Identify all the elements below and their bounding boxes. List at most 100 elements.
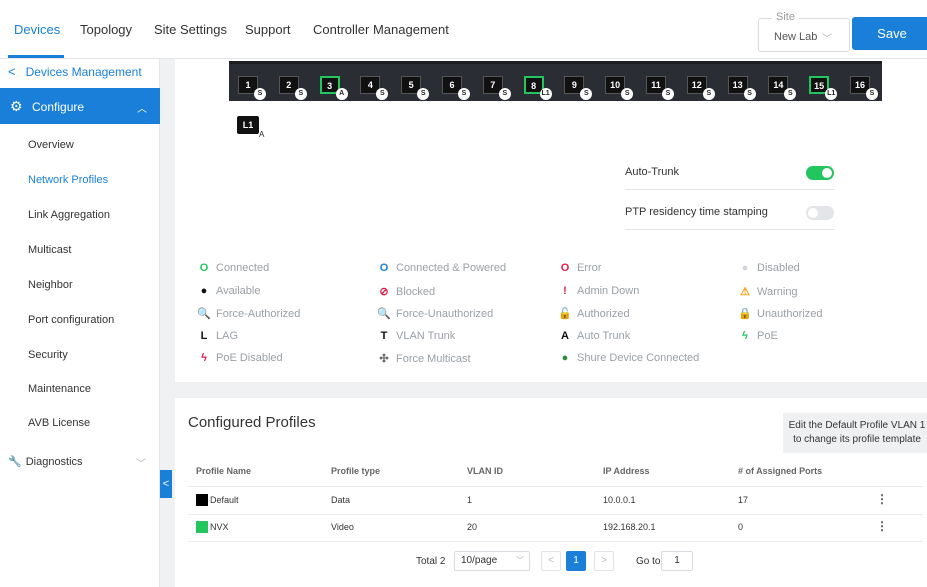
legend-item: O Connected & Powered (376, 262, 506, 274)
legend-item: ⚠ Warning (737, 285, 798, 298)
profile-type: Data (331, 495, 351, 505)
legend-label: Force-Unauthorized (396, 308, 494, 320)
sidebar-item-link-aggregation[interactable]: Link Aggregation (28, 209, 110, 221)
diagnostics-label: Diagnostics (25, 456, 83, 468)
legend-label: Warning (757, 285, 798, 298)
ip-address: 192.168.20.1 (603, 522, 656, 532)
ptp-residency-toggle[interactable] (806, 206, 834, 220)
legend-label: Force-Authorized (216, 308, 301, 320)
sidebar-item-maintenance[interactable]: Maintenance (28, 383, 91, 395)
assigned-ports: 17 (738, 495, 749, 505)
active-tab-indicator (8, 55, 64, 58)
divider (188, 514, 923, 515)
legend-label: Disabled (757, 262, 800, 274)
legend-label: Blocked (396, 285, 436, 298)
legend-label: Unauthorized (757, 308, 823, 320)
legend-label: Auto Trunk (577, 329, 631, 342)
legend-symbol-icon: ● (561, 352, 569, 364)
port-status-badge: S (702, 88, 715, 100)
port-status-badge: A (335, 88, 348, 100)
legend-symbol-icon: ✣ (379, 353, 389, 365)
sidebar-item-neighbor[interactable]: Neighbor (28, 279, 73, 291)
legend-symbol-icon: 🔓 (558, 308, 572, 320)
legend-label: Available (216, 284, 261, 297)
port-status-badge: S (743, 88, 756, 100)
col-profile-type: Profile type (331, 466, 381, 476)
more-actions-icon[interactable]: ⋮ (876, 519, 888, 533)
legend-label: Connected (216, 262, 270, 274)
more-actions-icon[interactable]: ⋮ (876, 492, 888, 506)
legend-item: T VLAN Trunk (376, 330, 456, 342)
sidebar-collapse-button[interactable]: < (160, 470, 172, 498)
page-size-value: 10/page (461, 555, 498, 566)
legend-symbol-icon: L (200, 329, 208, 342)
col-assigned-ports: # of Assigned Ports (738, 466, 823, 476)
page-number-button[interactable]: 1 (566, 551, 586, 571)
switch-faceplate: 1 S 2 S 3 A 4 S 5 S 6 S 7 S 8 L1 9 S 10 S 11 S 12 S 13 S 14 S 15 L1 16… (229, 61, 882, 101)
legend-item: ϟ PoE (737, 330, 778, 342)
legend-item: ⊘ Blocked (376, 285, 435, 298)
legend-symbol-icon: O (560, 262, 570, 274)
sidebar-item-network-profiles[interactable]: Network Profiles (28, 174, 108, 186)
tooltip-line: Edit the Default Profile VLAN 1 (788, 420, 926, 431)
option-ptp-residency: PTP residency time stamping (625, 200, 835, 230)
site-select-label: Site (772, 11, 799, 23)
sidebar-item-multicast[interactable]: Multicast (28, 244, 71, 256)
goto-page-input[interactable]: 1 (661, 551, 693, 571)
chevron-down-icon: ﹀ (516, 556, 524, 565)
legend-item: O Connected (196, 262, 270, 274)
port-status-badge: S (662, 88, 674, 100)
lag-sub-label: A (259, 130, 265, 139)
divider (188, 541, 923, 542)
profile-color-swatch (196, 521, 208, 533)
legend-symbol-icon: ● (200, 284, 208, 297)
legend-symbol-icon: 🔍 (377, 308, 391, 320)
ip-address: 10.0.0.1 (603, 495, 636, 505)
next-page-button[interactable]: > (594, 551, 614, 571)
prev-page-button[interactable]: < (541, 551, 561, 571)
back-label: Devices Management (25, 65, 142, 79)
legend-item: ● Disabled (737, 262, 800, 274)
site-select-value: New Lab (774, 31, 818, 43)
legend-symbol-icon: O (199, 262, 209, 274)
gear-icon: ⚙ (10, 98, 23, 114)
tab-support[interactable]: Support (245, 22, 291, 37)
chevron-left-icon: < (8, 64, 16, 79)
profile-name: Default (210, 495, 239, 505)
port-status-badge: S (376, 88, 389, 100)
port-status-badge: L1 (539, 88, 552, 100)
legend-symbol-icon: 🔒 (738, 308, 752, 320)
legend-item: ● Shure Device Connected (557, 352, 700, 364)
option-label: PTP residency time stamping (625, 206, 768, 218)
tab-controller-management[interactable]: Controller Management (313, 22, 449, 37)
sidebar-item-port-configuration[interactable]: Port configuration (28, 314, 114, 326)
sidebar-section-label: Configure (32, 100, 85, 114)
sidebar-item-avb-license[interactable]: AVB License (28, 417, 90, 429)
option-auto-trunk: Auto-Trunk (625, 160, 835, 190)
legend-item: ● Available (196, 284, 261, 297)
legend-item: 🔍 Force-Unauthorized (376, 307, 493, 320)
legend-label: Admin Down (577, 284, 640, 297)
legend-symbol-icon: ϟ (742, 329, 748, 342)
sidebar-section-diagnostics[interactable]: 🔧 Diagnostics (8, 455, 83, 468)
tab-devices[interactable]: Devices (14, 22, 60, 37)
pagination-total: Total 2 (416, 556, 446, 567)
auto-trunk-toggle[interactable] (806, 166, 834, 180)
chevron-down-icon: ﹀ (822, 34, 832, 45)
legend-item: 🔒 Unauthorized (737, 307, 822, 320)
back-to-devices-management[interactable]: < Devices Management (8, 64, 142, 79)
port-status-badge: S (784, 88, 797, 100)
legend-symbol-icon: ⚠ (740, 285, 750, 298)
save-button[interactable]: Save (852, 17, 927, 50)
sidebar-item-overview[interactable]: Overview (28, 139, 74, 151)
assigned-ports: 0 (738, 522, 744, 532)
col-vlan-id: VLAN ID (467, 466, 503, 476)
tab-site-settings[interactable]: Site Settings (154, 22, 227, 37)
page-size-select[interactable]: 10/page ﹀ (454, 551, 530, 571)
sidebar-item-security[interactable]: Security (28, 349, 68, 361)
sidebar-section-configure[interactable]: ⚙ Configure ︿ (0, 88, 160, 124)
chevron-up-icon: ︿ (137, 104, 147, 115)
tab-topology[interactable]: Topology (80, 22, 132, 37)
goto-label: Go to (636, 556, 661, 567)
legend-label: Force Multicast (396, 353, 471, 365)
